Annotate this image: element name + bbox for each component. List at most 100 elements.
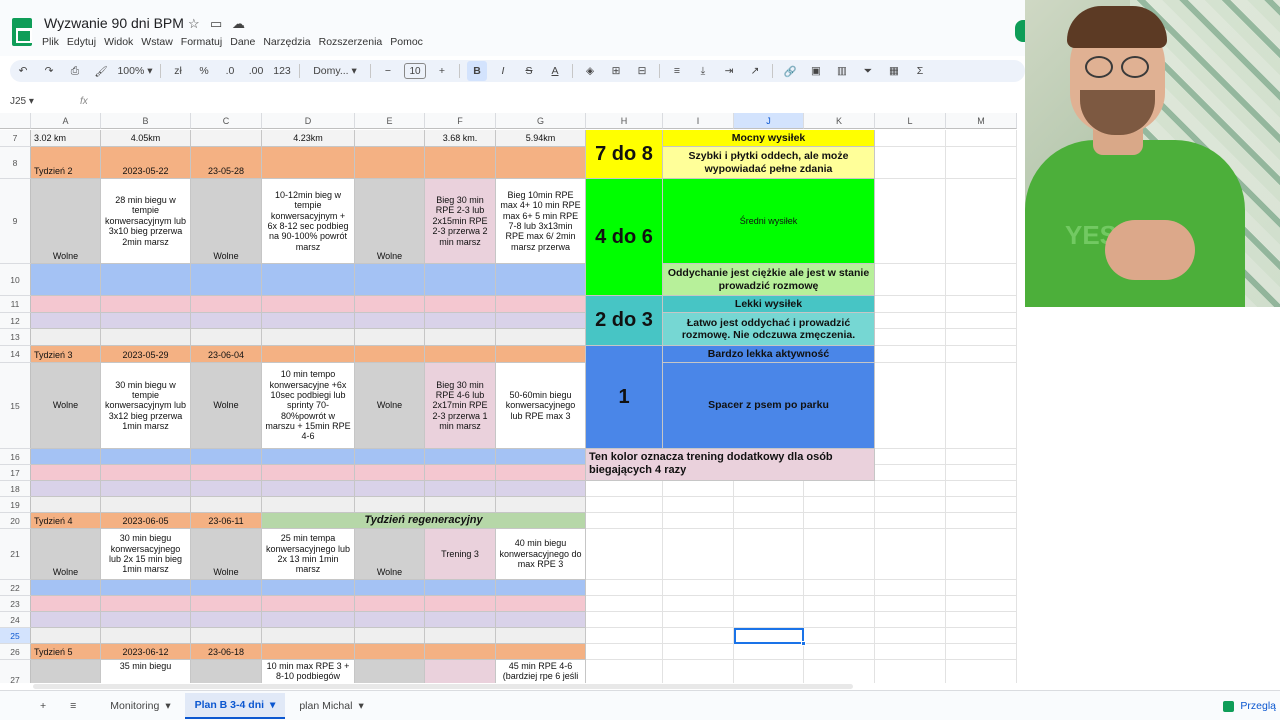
cell-blue-e[interactable]	[355, 449, 425, 465]
cell-empty[interactable]	[586, 497, 663, 513]
column-header-j[interactable]: J	[734, 113, 804, 129]
cell-week-header-b[interactable]: 2023-06-12	[101, 644, 191, 660]
cell-pink-e[interactable]	[355, 596, 425, 612]
cell-empty[interactable]	[586, 612, 663, 628]
row-header-9[interactable]: 9	[0, 179, 31, 264]
cell-grey-f[interactable]	[425, 628, 496, 644]
cell-blue-e[interactable]	[355, 580, 425, 596]
cell-lavender-g[interactable]	[496, 481, 586, 497]
cell-empty[interactable]	[946, 580, 1017, 596]
italic-button[interactable]: I	[493, 61, 513, 81]
cell-empty[interactable]	[734, 612, 804, 628]
cell-empty[interactable]	[946, 296, 1017, 313]
cell-empty[interactable]	[586, 481, 663, 497]
cell-empty[interactable]	[946, 313, 1017, 329]
menu-plik[interactable]: Plik	[42, 36, 59, 48]
cell-empty[interactable]	[804, 513, 875, 529]
cell-plan-g[interactable]: 45 min RPE 4-6 (bardziej rpe 6 jeśli	[496, 660, 586, 683]
cell-week-header-a[interactable]: Tydzień 2	[31, 147, 101, 179]
row-header-18[interactable]: 18	[0, 481, 31, 497]
functions-button[interactable]: Σ	[910, 61, 930, 81]
cell-empty[interactable]	[946, 612, 1017, 628]
cell-blue-g[interactable]	[496, 449, 586, 465]
cell-empty[interactable]	[946, 660, 1017, 683]
cell-empty[interactable]	[804, 580, 875, 596]
cell-empty[interactable]	[946, 130, 1017, 147]
cell-blue-b[interactable]	[101, 264, 191, 296]
cell-lavender-f[interactable]	[425, 481, 496, 497]
effort-medium-title[interactable]: Średni wysiłek	[663, 179, 875, 264]
cell-b7[interactable]: 4.05km	[101, 130, 191, 147]
column-header-k[interactable]: K	[804, 113, 875, 129]
row-header-7[interactable]: 7	[0, 130, 31, 147]
cell-empty[interactable]	[946, 449, 1017, 465]
sheet-tab-plan-b[interactable]: Plan B 3-4 dni ▾	[184, 692, 286, 719]
cell-blue-c[interactable]	[191, 264, 262, 296]
column-header-a[interactable]: A	[31, 113, 101, 129]
effort-light-desc[interactable]: Łatwo jest oddychać i prowadzić rozmowę.…	[663, 313, 875, 346]
cell-week-header-b[interactable]: 2023-05-22	[101, 147, 191, 179]
move-folder-icon[interactable]: ▭	[210, 16, 222, 32]
cell-empty[interactable]	[875, 513, 946, 529]
cell-lavender-c[interactable]	[191, 313, 262, 329]
cell-blue-d[interactable]	[262, 580, 355, 596]
cell-empty[interactable]	[875, 449, 946, 465]
decrease-decimal-button[interactable]: .0	[220, 61, 240, 81]
filter-icon[interactable]: ⏷	[858, 61, 878, 81]
cell-empty[interactable]	[875, 313, 946, 329]
cell-week-header-a[interactable]: Tydzień 3	[31, 346, 101, 363]
effort-medium-desc[interactable]: Oddychanie jest ciężkie ale jest w stani…	[663, 264, 875, 296]
cell-empty[interactable]	[586, 644, 663, 660]
cell-week-header-a[interactable]: Tydzień 5	[31, 644, 101, 660]
cell-pink-a[interactable]	[31, 296, 101, 313]
cell-empty[interactable]	[946, 513, 1017, 529]
column-header-f[interactable]: F	[425, 113, 496, 129]
cell-plan-d[interactable]: 10-12min bieg w tempie konwersacyjnym + …	[262, 179, 355, 264]
cell-grey-g[interactable]	[496, 628, 586, 644]
cell-plan-e[interactable]: Wolne	[355, 179, 425, 264]
cell-plan-d[interactable]: 25 min tempa konwersacyjnego lub 2x 13 m…	[262, 529, 355, 580]
cell-lavender-c[interactable]	[191, 481, 262, 497]
menu-rozszerzenia[interactable]: Rozszerzenia	[319, 36, 383, 48]
cell-empty[interactable]	[875, 329, 946, 346]
cell-empty[interactable]	[663, 612, 734, 628]
font-size-input[interactable]: 10	[404, 63, 426, 79]
cell-week-header-c[interactable]: 23-06-04	[191, 346, 262, 363]
cell-lavender-e[interactable]	[355, 481, 425, 497]
cell-week-header-d[interactable]	[262, 644, 355, 660]
cell-empty[interactable]	[586, 513, 663, 529]
cell-plan-e[interactable]	[355, 660, 425, 683]
cell-empty[interactable]	[586, 580, 663, 596]
cell-plan-b[interactable]: 28 min biegu w tempie konwersacyjnym lub…	[101, 179, 191, 264]
cell-pink-f[interactable]	[425, 465, 496, 481]
column-header-c[interactable]: C	[191, 113, 262, 129]
cell-empty[interactable]	[875, 481, 946, 497]
text-rotation-icon[interactable]: ↗	[745, 61, 765, 81]
menu-narzedzia[interactable]: Narzędzia	[263, 36, 310, 48]
menu-dane[interactable]: Dane	[230, 36, 255, 48]
cell-plan-d[interactable]: 10 min max RPE 3 + 8-10 podbiegów	[262, 660, 355, 683]
cell-empty[interactable]	[946, 346, 1017, 363]
cell-e7[interactable]	[355, 130, 425, 147]
effort-strong-desc[interactable]: Szybki i płytki oddech, ale może wypowia…	[663, 147, 875, 179]
cell-week-header-b[interactable]: 2023-06-05	[101, 513, 191, 529]
cell-a7[interactable]: 3.02 km	[31, 130, 101, 147]
row-header-13[interactable]: 13	[0, 329, 31, 346]
cloud-status-icon[interactable]: ☁	[232, 16, 245, 32]
cell-empty[interactable]	[946, 179, 1017, 264]
cell-blue-d[interactable]	[262, 449, 355, 465]
currency-button[interactable]: zł	[168, 61, 188, 81]
column-header-e[interactable]: E	[355, 113, 425, 129]
cell-blue-b[interactable]	[101, 580, 191, 596]
row-header-21[interactable]: 21	[0, 529, 31, 580]
cell-pink-e[interactable]	[355, 465, 425, 481]
cell-lavender-e[interactable]	[355, 612, 425, 628]
undo-icon[interactable]: ↶	[13, 61, 33, 81]
cell-pink-c[interactable]	[191, 465, 262, 481]
menu-pomoc[interactable]: Pomoc	[390, 36, 423, 48]
cell-empty[interactable]	[875, 628, 946, 644]
menu-widok[interactable]: Widok	[104, 36, 133, 48]
cell-lavender-g[interactable]	[496, 612, 586, 628]
effort-light-title[interactable]: Lekki wysiłek	[663, 296, 875, 313]
cell-f7[interactable]: 3.68 km.	[425, 130, 496, 147]
